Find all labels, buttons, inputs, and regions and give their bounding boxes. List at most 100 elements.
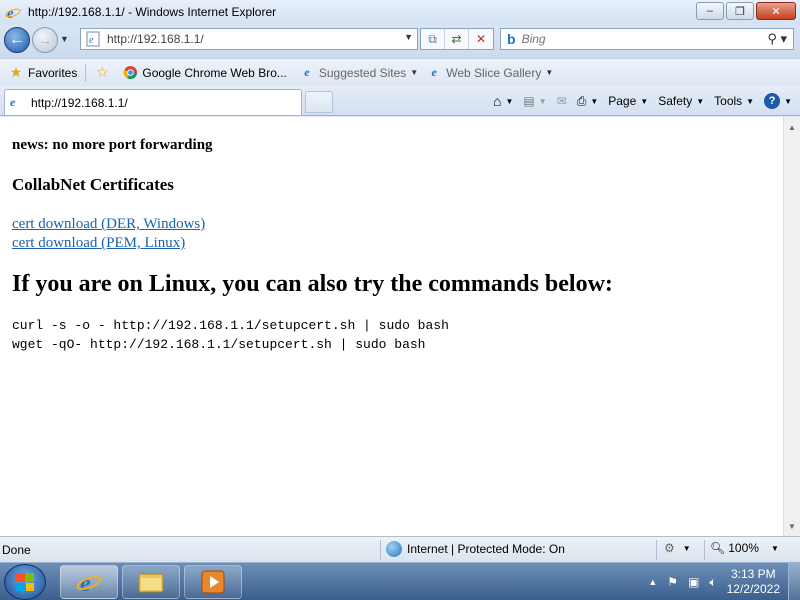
wget-command: wget -qO- http://192.168.1.1/setupcert.s… [12,337,426,352]
tools-menu[interactable]: Tools ▼ [714,94,754,108]
ie-page-icon: e [10,95,16,109]
safety-menu[interactable]: Safety ▼ [658,94,704,108]
chevron-down-icon: ▼ [682,543,691,553]
printer-icon: ⎙ [576,93,587,108]
search-input[interactable] [521,32,752,46]
recent-pages-dropdown[interactable]: ▼ [60,34,69,44]
separator [704,540,705,560]
favorite-item-label: Google Chrome Web Bro... [142,65,287,80]
favorites-star-icon: ★ [9,64,23,80]
security-zone[interactable]: Internet | Protected Mode: On [386,541,565,557]
vertical-scrollbar[interactable]: ▲ ▼ [783,117,800,536]
action-center-flag-icon[interactable]: ⚑ [667,575,678,589]
navigation-bar: ← → ▼ e http://192.168.1.1/ ▼ ⧉ ⇄ ✕ b ⚲ … [0,24,800,58]
protected-mode-button[interactable]: ⚙ ▼ [664,541,691,555]
print-button[interactable]: ⎙ ▼ [577,94,599,109]
windows-logo-icon [16,573,34,591]
help-icon: ? [764,93,781,109]
taskbar-media-player[interactable] [184,565,242,599]
new-tab-button[interactable] [305,91,333,113]
show-hidden-icons-button[interactable]: ▲ [648,577,657,587]
minimize-button[interactable]: – [696,2,724,20]
chevron-down-icon: ▼ [590,96,599,106]
svg-text:e: e [7,6,14,20]
chevron-down-icon: ▼ [696,96,705,106]
media-player-icon [201,570,225,594]
taskbar-internet-explorer[interactable]: e [60,565,118,599]
internet-explorer-icon: e [76,571,102,595]
back-button[interactable]: ← [4,27,30,53]
help-button[interactable]: ? ▼ [764,93,792,109]
address-url[interactable]: http://192.168.1.1/ [107,32,204,46]
tab-row: e http://192.168.1.1/ ⌂ ▼ ▤ ▼ ✉ ⎙ ▼ Page ▼ S… [0,86,800,116]
clock-date: 12/2/2022 [726,582,780,596]
favorites-button[interactable]: ★ Favorites [8,64,78,81]
home-icon: ⌂ [492,93,502,109]
chevron-down-icon: ▼ [410,68,419,77]
commands-block: curl -s -o - http://192.168.1.1/setupcer… [12,316,771,354]
volume-muted-icon[interactable]: 🔈︎ [709,575,716,590]
read-mail-button[interactable]: ✉ [557,94,567,108]
clock[interactable]: 3:13 PM 12/2/2022 [727,567,780,597]
taskbar: e ▲ ⚑ ▣ 🔈︎ 3:13 PM 12/2/2022 [0,562,800,600]
favorite-item-chrome[interactable]: Google Chrome Web Bro... [122,65,287,81]
search-icon[interactable]: ⚲ ▾ [767,31,787,47]
chevron-down-icon: ▼ [784,96,792,106]
security-zone-label: Internet | Protected Mode: On [407,542,565,556]
feeds-button[interactable]: ▤ ▼ [523,94,546,108]
page-icon: e [86,31,100,47]
scroll-down-icon[interactable]: ▼ [784,518,800,534]
linux-heading: If you are on Linux, you can also try th… [12,271,613,297]
forward-button[interactable]: → [32,27,58,53]
security-settings-icon: ⚙ [664,541,675,555]
forward-arrow-icon: → [38,32,52,48]
tab-label: http://192.168.1.1/ [31,95,128,110]
mail-icon: ✉ [556,94,567,108]
add-to-favorites-bar-button[interactable]: ☆ [94,64,114,81]
zoom-control[interactable]: 🔍︎ 100% ▼ [710,541,779,555]
chevron-down-icon: ▼ [770,543,779,553]
cert-download-pem-link[interactable]: cert download (PEM, Linux) [12,234,771,253]
search-box[interactable]: b ⚲ ▾ [500,28,794,50]
maximize-button[interactable]: ❐ [726,2,754,20]
curl-command: curl -s -o - http://192.168.1.1/setupcer… [12,318,449,333]
refresh-button[interactable]: ⇄ [445,29,469,49]
status-text: Done [2,542,31,557]
separator [656,540,657,560]
chevron-down-icon: ▼ [640,96,649,106]
favorite-item-web-slice-gallery[interactable]: e Web Slice Gallery ▼ [426,65,554,81]
zoom-icon: 🔍︎ [710,541,726,555]
page-content: news: no more port forwarding CollabNet … [0,117,783,536]
taskbar-explorer[interactable] [122,565,180,599]
separator [380,540,381,560]
close-button[interactable]: ✕ [756,2,796,20]
chevron-down-icon: ▼ [505,96,514,106]
back-arrow-icon: ← [9,31,25,48]
cert-download-der-link[interactable]: cert download (DER, Windows) [12,215,771,234]
compat-view-icon: ⧉ [428,31,437,46]
address-bar[interactable]: e http://192.168.1.1/ ▼ [80,28,418,50]
start-button[interactable] [4,564,46,600]
certificates-heading: CollabNet Certificates [12,175,174,194]
compatibility-view-button[interactable]: ⧉ [421,29,445,49]
favorite-item-suggested-sites[interactable]: e Suggested Sites ▼ [299,65,418,81]
scroll-up-icon[interactable]: ▲ [784,119,800,135]
chrome-icon [122,65,138,81]
clock-time: 3:13 PM [730,567,776,581]
chevron-down-icon: ▼ [545,68,554,77]
page-menu[interactable]: Page ▼ [608,94,648,108]
stop-button[interactable]: ✕ [469,29,493,49]
tab-current[interactable]: e http://192.168.1.1/ [4,89,302,115]
favorites-bar: ★ Favorites ☆ Google Chrome Web Bro... e… [0,58,800,86]
network-icon[interactable]: ▣ [688,575,699,589]
home-button[interactable]: ⌂ ▼ [493,93,513,109]
chevron-down-icon: ▼ [538,96,547,106]
title-bar: e http://192.168.1.1/ - Windows Internet… [0,0,800,24]
address-dropdown-icon[interactable]: ▼ [404,32,413,42]
svg-text:e: e [89,35,94,46]
system-tray: ▲ ⚑ ▣ 🔈︎ 3:13 PM 12/2/2022 [648,563,800,600]
tools-menu-label: Tools [714,94,743,108]
window-title: http://192.168.1.1/ - Windows Internet E… [28,5,277,19]
show-desktop-button[interactable] [788,563,800,600]
zoom-level: 100% [728,541,759,555]
